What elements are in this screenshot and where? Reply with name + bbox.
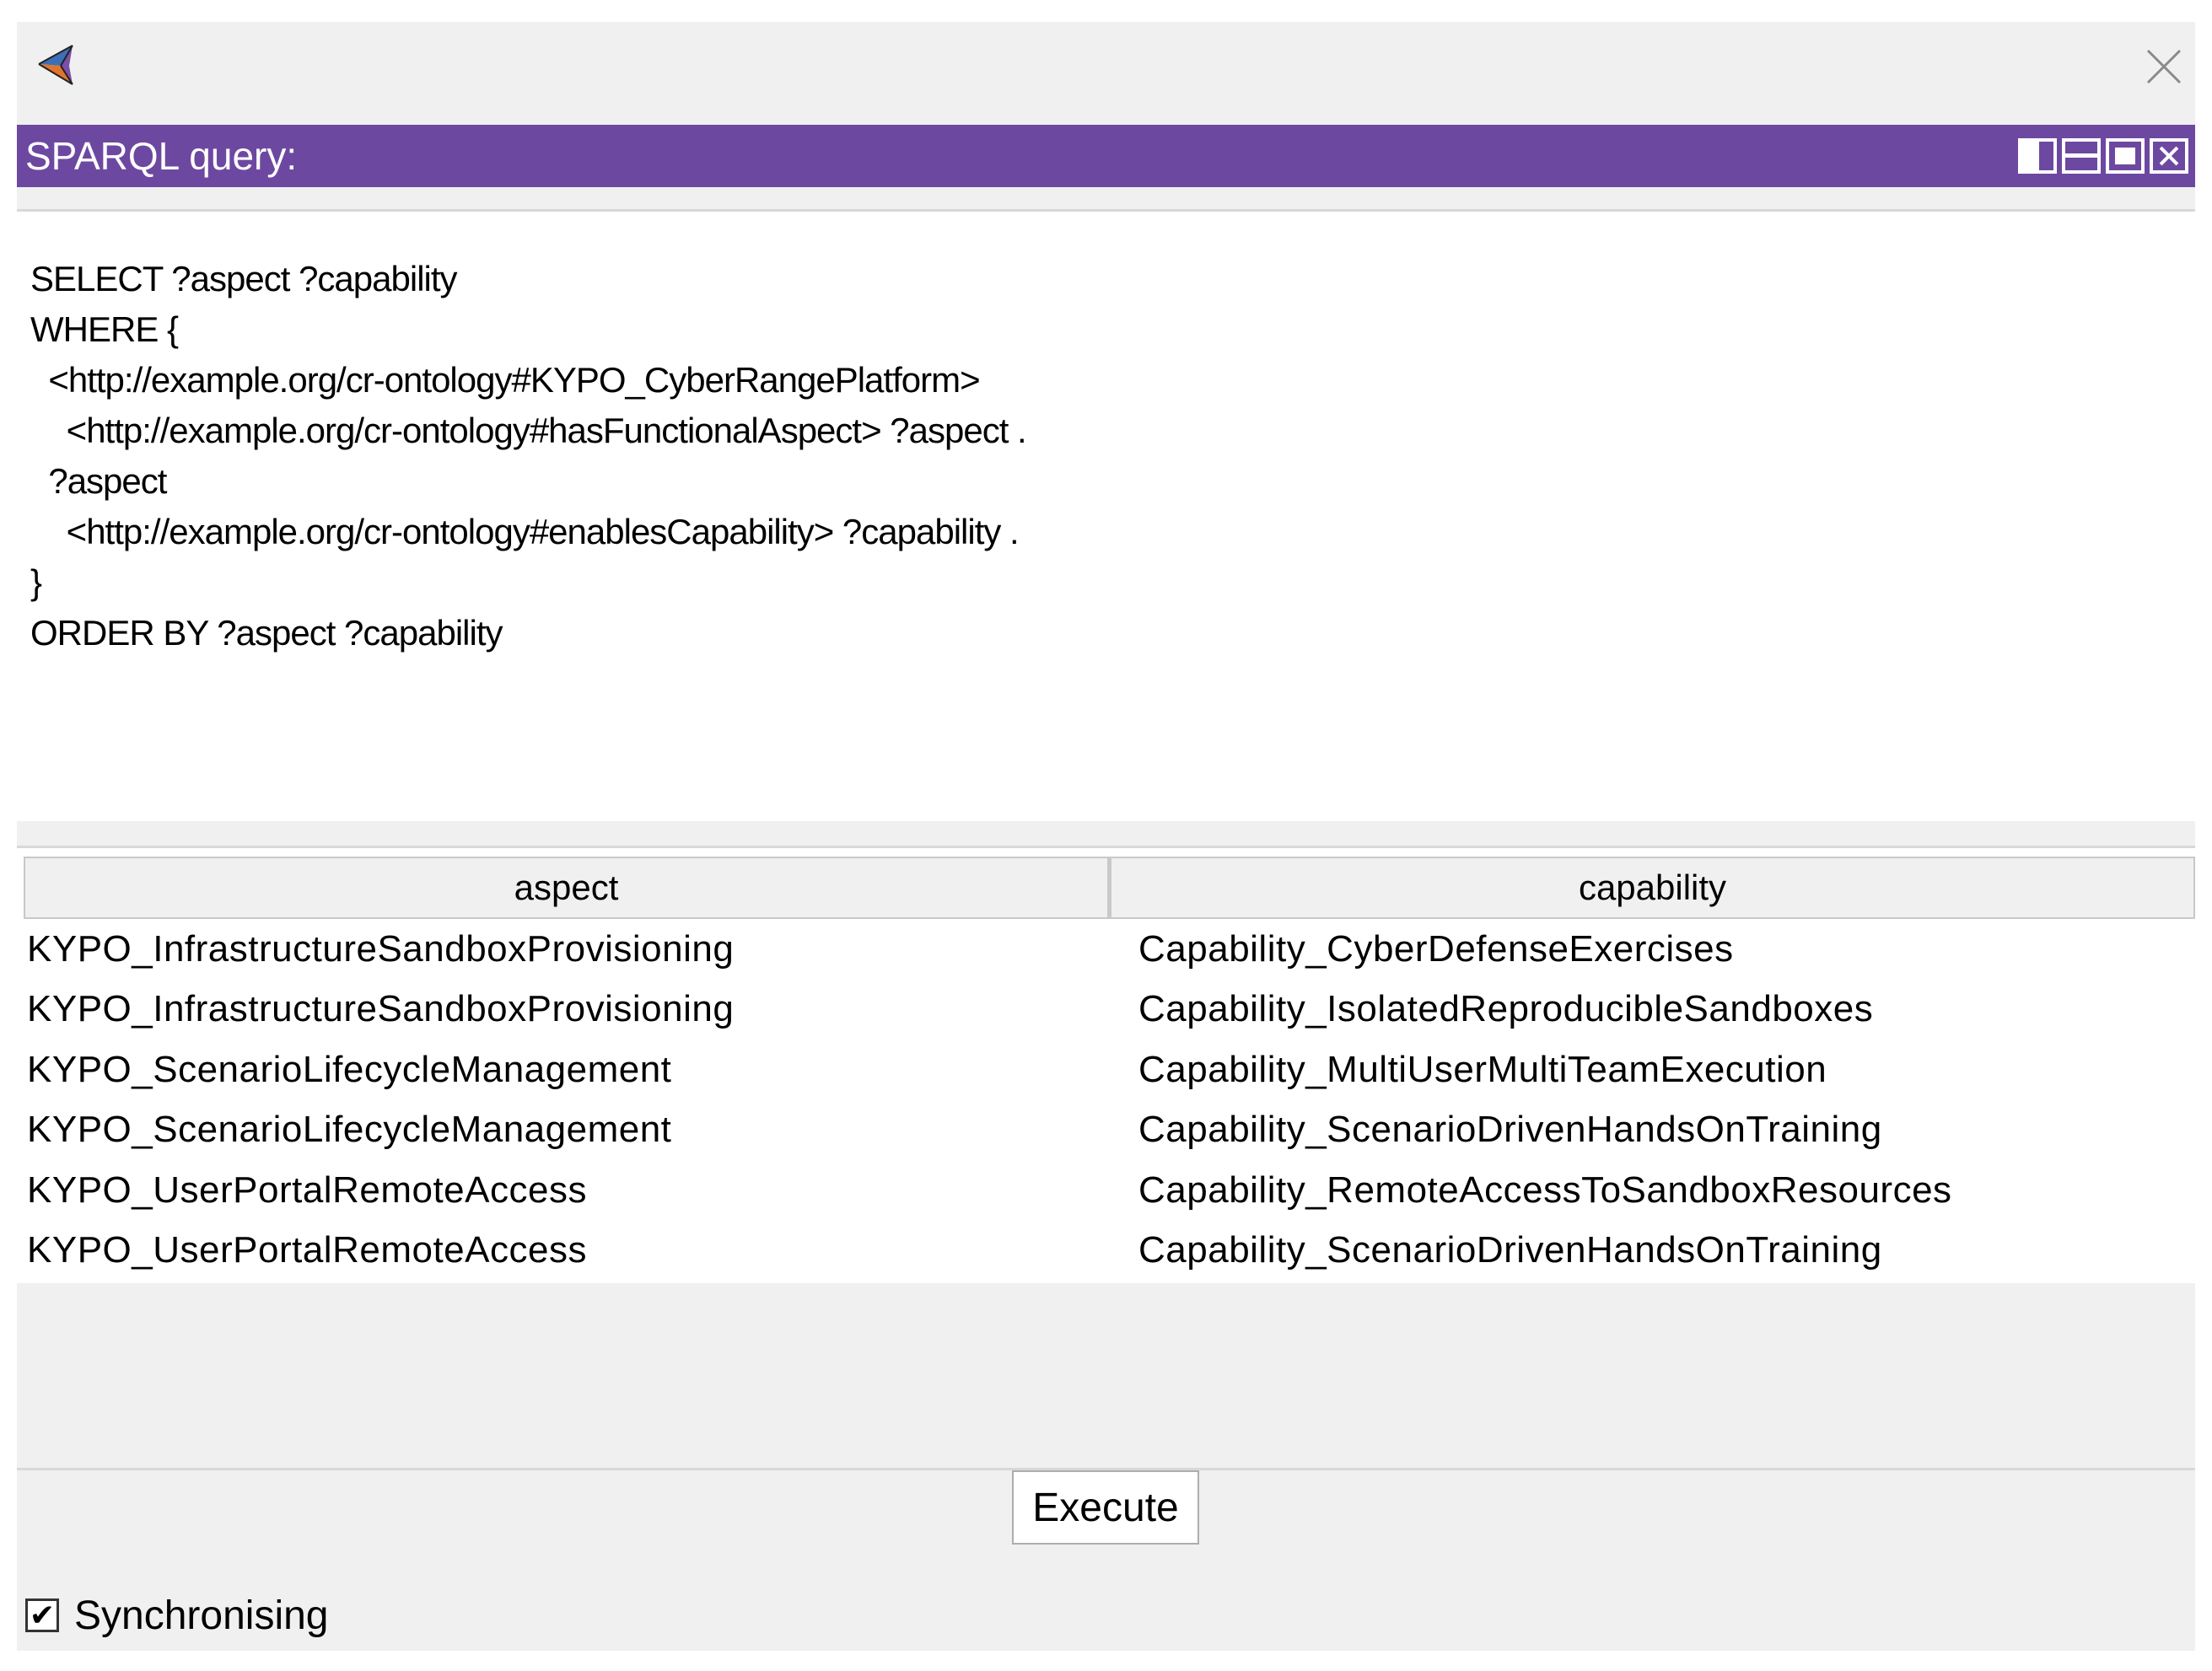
aspect-cell: KYPO_UserPortalRemoteAccess [27,1169,587,1211]
aspect-cell: KYPO_InfrastructureSandboxProvisioning [27,927,735,970]
sparql-query-window: SPARQL query: SELECT ?aspect ?capability… [17,22,2195,1651]
capability-cell: Capability_CyberDefenseExercises [1138,927,1734,970]
minimize-view-icon[interactable] [2062,138,2101,174]
table-header: aspect capability [24,857,2195,919]
aspect-cell: KYPO_UserPortalRemoteAccess [27,1229,587,1271]
maximize-view-icon[interactable] [2106,138,2145,174]
aspect-cell: KYPO_InfrastructureSandboxProvisioning [27,988,735,1030]
query-editor[interactable]: SELECT ?aspect ?capability WHERE { <http… [17,209,2195,821]
aspect-cell: KYPO_ScenarioLifecycleManagement [27,1109,672,1151]
synchronising-checkbox[interactable]: ✔ [25,1598,59,1632]
table-body: KYPO_InfrastructureSandboxProvisioning C… [17,919,2195,1281]
table-row[interactable]: KYPO_ScenarioLifecycleManagement Capabil… [17,1100,2195,1161]
column-header-capability[interactable]: capability [1110,857,2195,919]
split-divider[interactable] [17,821,2195,848]
table-row[interactable]: KYPO_InfrastructureSandboxProvisioning C… [17,919,2195,980]
aspect-cell: KYPO_ScenarioLifecycleManagement [27,1048,672,1090]
capability-cell: Capability_IsolatedReproducibleSandboxes [1138,988,1874,1030]
protege-logo-icon [38,45,73,85]
table-row[interactable]: KYPO_UserPortalRemoteAccess Capability_R… [17,1160,2195,1221]
capability-cell: Capability_MultiUserMultiTeamExecution [1138,1048,1827,1090]
view-header: SPARQL query: [17,125,2195,187]
results-table: aspect capability KYPO_InfrastructureSan… [17,848,2195,1283]
synchronising-label: Synchronising [74,1593,329,1638]
split-view-icon[interactable] [2018,138,2057,174]
execute-button[interactable]: Execute [1012,1470,1199,1545]
close-view-icon[interactable] [2150,138,2188,174]
window-titlebar[interactable] [17,22,2195,125]
column-header-aspect[interactable]: aspect [24,857,1110,919]
synchronising-toggle[interactable]: ✔ Synchronising [25,1592,329,1639]
table-row[interactable]: KYPO_UserPortalRemoteAccess Capability_S… [17,1221,2195,1281]
capability-cell: Capability_ScenarioDrivenHandsOnTraining [1138,1229,1882,1271]
results-empty-space [17,1283,2195,1470]
view-title: SPARQL query: [25,134,298,178]
capability-cell: Capability_RemoteAccessToSandboxResource… [1138,1169,1952,1211]
table-row[interactable]: KYPO_ScenarioLifecycleManagement Capabil… [17,1040,2195,1100]
view-header-buttons [2018,138,2188,174]
capability-cell: Capability_ScenarioDrivenHandsOnTraining [1138,1109,1882,1151]
close-icon[interactable] [2145,47,2183,86]
table-row[interactable]: KYPO_InfrastructureSandboxProvisioning C… [17,980,2195,1040]
